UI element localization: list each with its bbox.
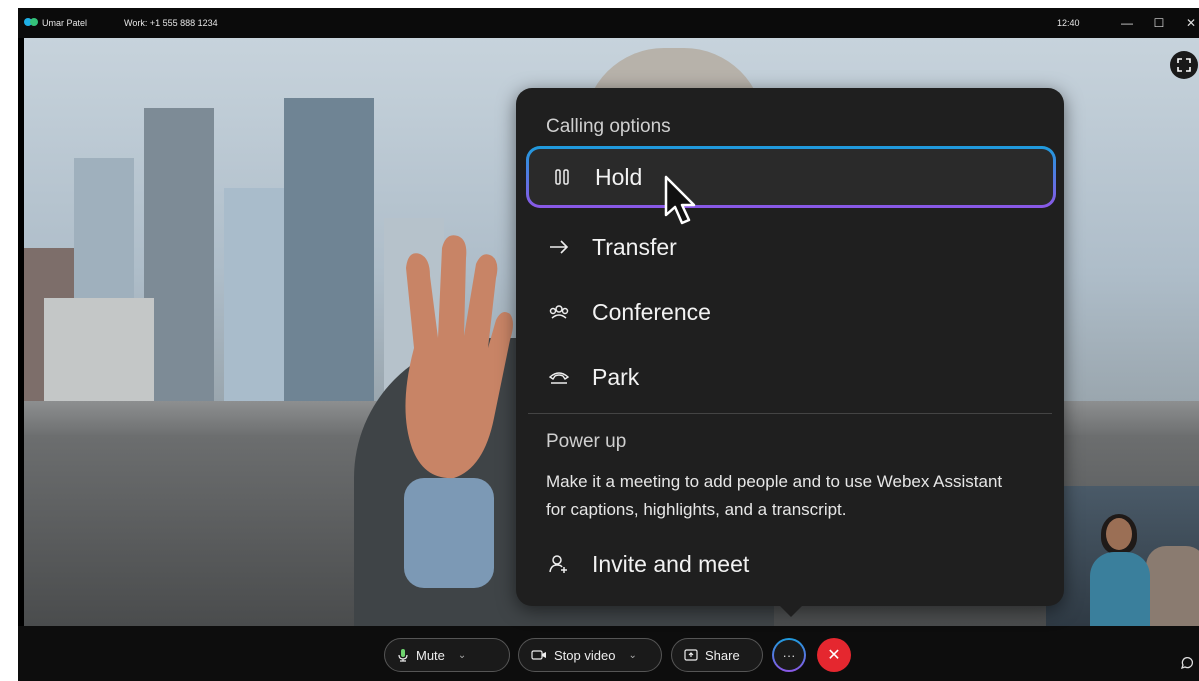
park-option[interactable]: Park [526, 346, 1056, 408]
transfer-option[interactable]: Transfer [526, 216, 1056, 278]
pause-icon [555, 169, 569, 185]
mute-label: Mute [416, 647, 445, 663]
add-person-icon [549, 555, 567, 573]
webex-logo-icon [24, 18, 38, 26]
caller-name: Umar Patel [42, 18, 88, 28]
stop-video-button[interactable]: Stop video ⌄ [518, 638, 662, 672]
camera-icon [531, 650, 546, 660]
stop-video-label: Stop video [554, 647, 616, 663]
hold-option[interactable]: Hold [526, 146, 1056, 208]
calling-options-title: Calling options [546, 116, 671, 137]
pip-face [1106, 518, 1132, 550]
waving-hand [405, 235, 513, 479]
chat-icon[interactable] [1180, 656, 1194, 670]
chevron-down-icon[interactable]: ⌄ [628, 650, 636, 661]
share-screen-icon [684, 649, 698, 661]
transfer-label: Transfer [592, 233, 677, 260]
conference-icon [549, 305, 569, 319]
menu-divider [528, 413, 1052, 414]
conference-label: Conference [592, 298, 711, 325]
power-up-title: Power up [546, 431, 627, 452]
caller-number: Work: +1 555 888 1234 [124, 18, 218, 28]
minimize-button[interactable]: — [1116, 14, 1138, 32]
end-call-button[interactable]: ✕ [817, 638, 851, 672]
call-controls-bar: Mute ⌄ Stop video ⌄ Share ··· ✕ [18, 626, 1199, 681]
invite-and-meet-option[interactable]: Invite and meet [526, 533, 1056, 595]
calling-options-menu: Calling options Hold Transfer Conference… [516, 88, 1064, 606]
power-up-description: Make it a meeting to add people and to u… [546, 472, 1003, 519]
invite-and-meet-label: Invite and meet [592, 550, 750, 577]
fullscreen-icon [1177, 58, 1191, 72]
building [144, 108, 214, 418]
chevron-down-icon[interactable]: ⌄ [458, 650, 466, 661]
title-bar: Umar Patel Work: +1 555 888 1234 12:40 —… [18, 8, 1199, 38]
arrow-right-icon [550, 240, 569, 254]
close-window-button[interactable]: ✕ [1180, 14, 1199, 32]
more-options-button[interactable]: ··· [772, 638, 806, 672]
maximize-button[interactable]: ☐ [1148, 14, 1170, 32]
conference-option[interactable]: Conference [526, 281, 1056, 343]
phone-park-icon [548, 372, 570, 384]
self-view-video[interactable] [1046, 486, 1199, 626]
menu-pointer [779, 605, 803, 617]
call-timer: 12:40 [1057, 18, 1080, 28]
couch [1146, 546, 1199, 626]
building [44, 298, 154, 418]
share-label: Share [705, 647, 740, 663]
building [284, 98, 374, 418]
mouse-cursor-icon [664, 175, 696, 225]
microphone-icon [398, 649, 408, 662]
park-label: Park [592, 363, 640, 390]
share-button[interactable]: Share [671, 638, 763, 672]
hold-label: Hold [595, 163, 643, 190]
pip-torso [1090, 552, 1150, 626]
fullscreen-button[interactable] [1170, 51, 1198, 79]
mute-button[interactable]: Mute ⌄ [384, 638, 510, 672]
